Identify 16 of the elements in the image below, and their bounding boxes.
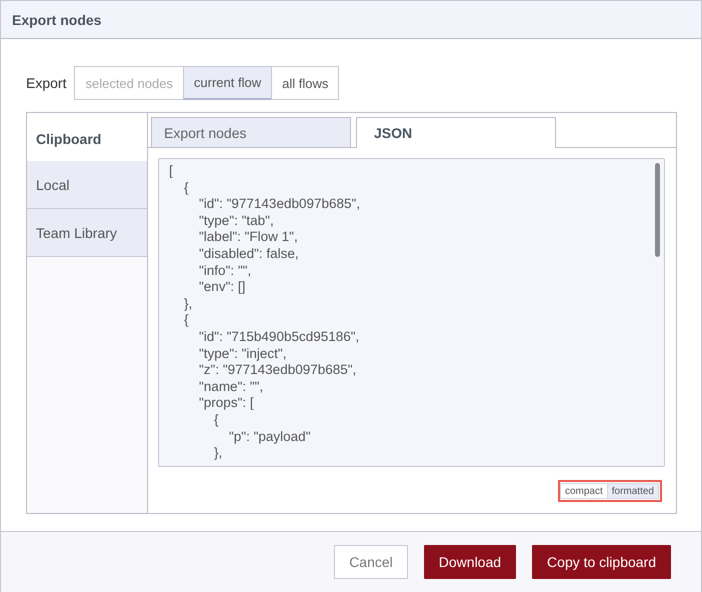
json-field[interactable]: [ { "id": "977143edb097b685", "type": "tab", "label": "Flow 1", "disabled": false, "info": "", "env": [] }, { "id": "715b490b5cd95186", "type": "inject", "z": "977143edb097b685", "name": "", "props": [ { "p": "payload" },	[158, 158, 665, 467]
export-label: Export	[26, 75, 66, 91]
sidebar-item[interactable]: Team Library	[27, 209, 147, 257]
dialog-title: Export nodes	[12, 12, 102, 28]
format-option[interactable]: formatted	[606, 483, 659, 499]
scrollbar-thumb[interactable]	[655, 163, 660, 257]
sidebar-item[interactable]: Local	[27, 161, 147, 209]
format-option[interactable]: compact	[560, 483, 608, 499]
primary-button[interactable]: Copy to clipboard	[532, 545, 671, 579]
tab[interactable]: JSON	[356, 117, 556, 148]
cancel-button[interactable]: Cancel	[334, 545, 408, 579]
scope-option[interactable]: all flows	[271, 66, 340, 100]
scope-option[interactable]: current flow	[182, 66, 272, 100]
tab[interactable]: Export nodes	[151, 117, 351, 147]
sidebar-item[interactable]: Clipboard	[27, 113, 147, 161]
primary-button[interactable]: Download	[424, 545, 516, 579]
